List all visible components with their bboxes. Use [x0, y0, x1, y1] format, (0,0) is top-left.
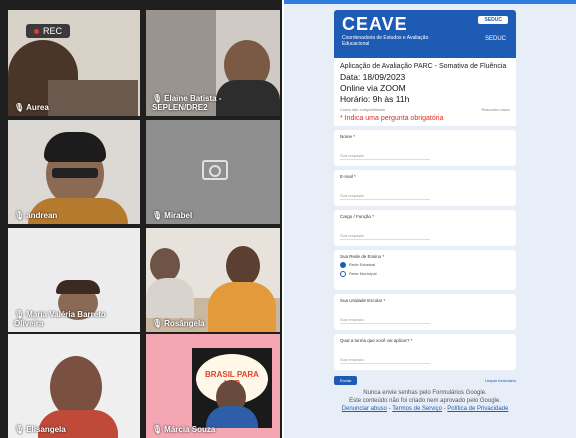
mic-icon: 🎙 [14, 103, 25, 112]
form-date: Data: 18/09/2023 [340, 72, 406, 82]
participant-tile-aurea[interactable]: REC 🎙 Aurea [8, 10, 140, 116]
account-meta[interactable]: Conta não compartilhada [340, 107, 385, 112]
form-title: Aplicação de Avaliação PARC - Somativa d… [340, 63, 507, 70]
participant-name: Maria Valéria Barreto Oliveira [14, 310, 106, 328]
mic-icon: 🎙 [14, 211, 25, 220]
form-time: Horário: 9h às 11h [340, 94, 410, 104]
radio-option-municipal[interactable]: Rede Municipal [340, 271, 510, 277]
radio-icon[interactable] [340, 262, 346, 268]
participant-name: andrean [26, 211, 58, 220]
participant-name: Márcia Souza [164, 425, 216, 434]
mic-icon: 🎙 [152, 425, 163, 434]
answer-input[interactable]: Sua resposta [340, 357, 430, 364]
question-nome[interactable]: Nome * Sua resposta [334, 130, 516, 166]
brand-title: CEAVE [342, 14, 408, 34]
banner-chip: SEDUC [478, 16, 508, 24]
privacy-link[interactable]: Política de Privacidade [447, 406, 508, 412]
question-turma[interactable]: Qual a turma que você vai aplicar? * Sua… [334, 334, 516, 370]
mic-icon: 🎙 [152, 211, 163, 220]
form-column: CEAVE Coordenadoria de Estudos e Avaliaç… [334, 10, 516, 413]
participant-name: Rosângela [164, 319, 205, 328]
participant-tile-maria-valeria[interactable]: 🎙 Maria Valéria Barreto Oliveira [8, 228, 140, 332]
footer-disclaimer: Este conteúdo não foi criado nem aprovad… [349, 398, 501, 404]
mic-icon: 🎙 [14, 310, 25, 319]
question-cargo[interactable]: Cargo / Função * Sua resposta [334, 210, 516, 246]
mic-icon: 🎙 [152, 94, 163, 103]
participant-name: Aurea [26, 103, 49, 112]
question-unidade[interactable]: Sua Unidade Escolar * Sua resposta [334, 294, 516, 330]
form-banner: CEAVE Coordenadoria de Estudos e Avaliaç… [334, 10, 516, 54]
video-grid: REC 🎙 Aurea 🎙 Elaine Batista - SEPLEN/DRE2… [0, 0, 282, 438]
browser-top-bar [284, 0, 576, 4]
question-rede[interactable]: Sua Rede de Ensino * Rede Estadual Rede … [334, 250, 516, 290]
form-header-card: Aplicação de Avaliação PARC - Somativa d… [334, 54, 516, 126]
banner-logo: SEDUC [484, 36, 506, 42]
terms-link[interactable]: Termos de Serviço [392, 406, 442, 412]
participant-tile-rosangela[interactable]: 🎙 Rosângela [146, 228, 280, 332]
answer-input[interactable]: Sua resposta [340, 193, 430, 200]
mic-icon: 🎙 [152, 319, 163, 328]
draft-meta: Rascunho salvo [481, 107, 510, 112]
form-footer: Nunca envie senhas pelo Formulários Goog… [334, 389, 516, 413]
answer-input[interactable]: Sua resposta [340, 317, 430, 324]
radio-icon[interactable] [340, 271, 346, 277]
form-online: Online via ZOOM [340, 83, 406, 93]
radio-option-estadual[interactable]: Rede Estadual [340, 262, 510, 268]
mic-icon: 🎙 [14, 425, 25, 434]
footer-warning: Nunca envie senhas pelo Formulários Goog… [363, 390, 487, 396]
presentation-window: BRASIL PARA LER [192, 348, 272, 428]
participant-tile-marcia-souza[interactable]: BRASIL PARA LER 🎙Márcia Souza [146, 334, 280, 438]
question-email[interactable]: E-mail * Sua resposta [334, 170, 516, 206]
participant-tile-andrean[interactable]: 🎙 andrean [8, 120, 140, 224]
clear-form-link[interactable]: Limpar formulário [485, 378, 516, 383]
participant-name: Mirabel [164, 211, 193, 220]
participant-tile-elisangela[interactable]: 🎙 Elisangela [8, 334, 140, 438]
submit-button[interactable]: Enviar [334, 376, 358, 385]
report-abuse-link[interactable]: Denunciar abuso [342, 406, 387, 412]
shared-screen-form: CEAVE Coordenadoria de Estudos e Avaliaç… [284, 0, 576, 438]
answer-input[interactable]: Sua resposta [340, 153, 430, 160]
participant-tile-mirabel[interactable]: 🎙 Mirabel [146, 120, 280, 224]
brand-subtitle: Coordenadoria de Estudos e Avaliação Edu… [342, 35, 429, 47]
required-note: * Indica uma pergunta obrigatória [340, 115, 444, 122]
participant-name: Elaine Batista - SEPLEN/DRE2 [152, 94, 222, 112]
participant-tile-elaine[interactable]: 🎙 Elaine Batista - SEPLEN/DRE2 [146, 10, 280, 116]
recording-indicator: REC [26, 24, 71, 38]
answer-input[interactable]: Sua resposta [340, 233, 430, 240]
participant-name: Elisangela [26, 425, 66, 434]
